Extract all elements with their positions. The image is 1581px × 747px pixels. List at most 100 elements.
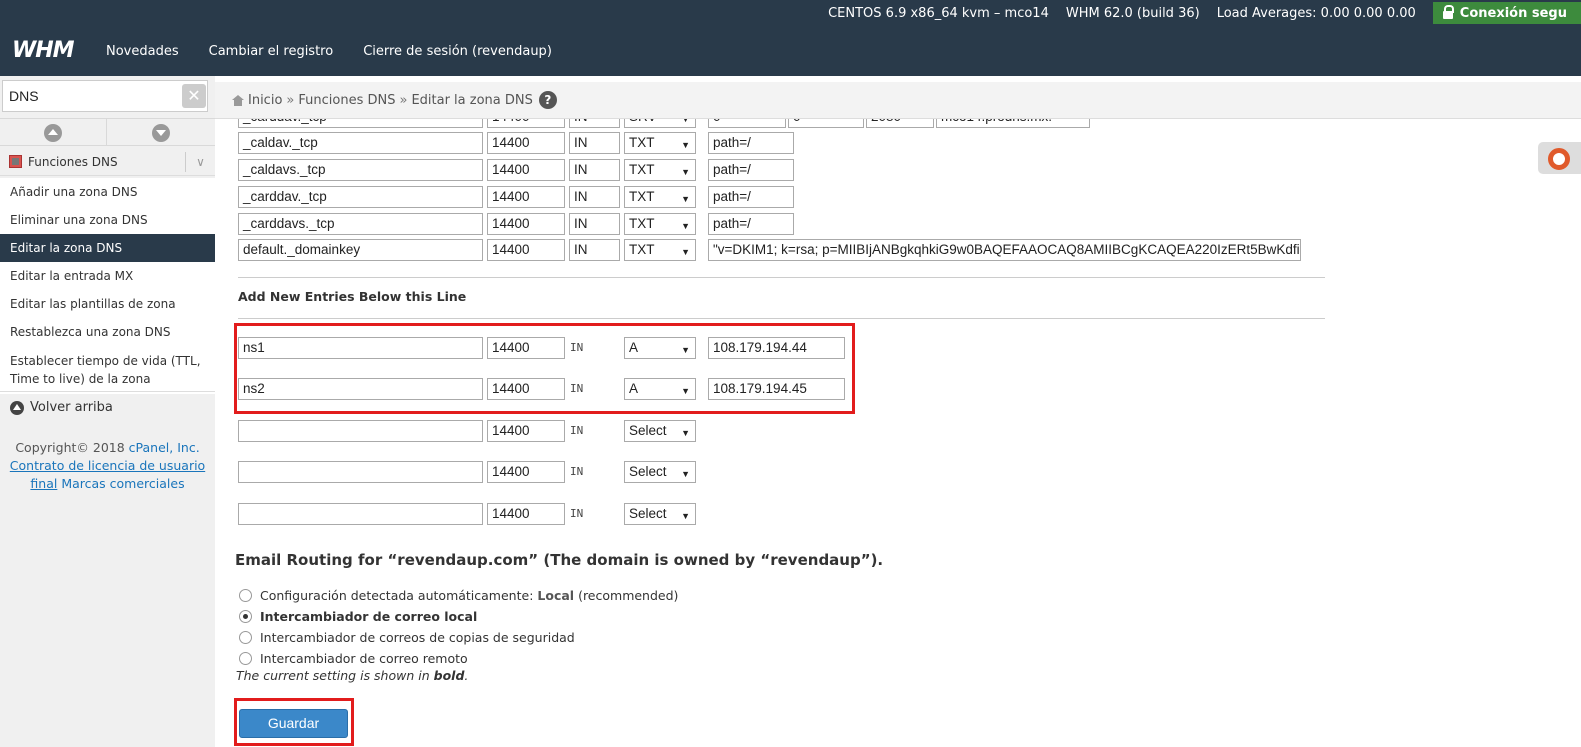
record-type-select[interactable]: TXT [624, 186, 696, 208]
new-record-name-input[interactable] [238, 461, 483, 483]
record-name-input[interactable]: _carddav._tcp [238, 186, 483, 208]
record-class-input[interactable]: IN [569, 159, 620, 181]
back-to-top-button[interactable]: Volver arriba [0, 391, 215, 423]
record-name-input[interactable]: _caldavs._tcp [238, 159, 483, 181]
dns-functions-icon [9, 155, 22, 168]
sort-up-button[interactable] [0, 119, 107, 146]
email-option-backup[interactable]: Intercambiador de correos de copias de s… [239, 630, 575, 645]
record-class-input[interactable]: IN [569, 213, 620, 235]
record-ttl-input[interactable]: 14400 [487, 186, 565, 208]
record-class-input[interactable]: IN [569, 186, 620, 208]
whm-logo[interactable]: WHM [12, 38, 75, 63]
sidebar-item-add-zone[interactable]: Añadir una zona DNS [0, 178, 215, 206]
record-class-label: IN [570, 424, 584, 437]
record-value-input[interactable]: path=/ [708, 186, 794, 208]
whm-version: WHM 62.0 (build 36) [1065, 5, 1200, 21]
record-name-input[interactable]: _caldav._tcp [238, 132, 483, 154]
record-type-select[interactable]: TXT [624, 213, 696, 235]
chevron-down-icon[interactable]: ∨ [185, 152, 215, 172]
record-value-input[interactable]: path=/ [708, 132, 794, 154]
radio-local[interactable] [239, 610, 252, 623]
email-routing-heading: Email Routing for “revendaup.com” (The d… [235, 551, 884, 569]
help-icon[interactable]: ? [538, 91, 557, 109]
new-record-ttl-input[interactable]: 14400 [487, 503, 565, 525]
radio-auto[interactable] [239, 589, 252, 602]
record-ttl-input[interactable]: 14400 [487, 119, 565, 128]
record-ttl-input[interactable]: 14400 [487, 159, 565, 181]
sidebar-search-input[interactable] [9, 86, 179, 106]
record-type-select[interactable]: TXT [624, 239, 696, 261]
record-target-input[interactable]: mco14.prodns.mx. [936, 119, 1090, 128]
record-ttl-input[interactable]: 14400 [487, 132, 565, 154]
back-to-top-label: Volver arriba [30, 400, 113, 415]
new-record-ttl-input[interactable]: 14400 [487, 461, 565, 483]
sidebar-item-delete-zone[interactable]: Eliminar una zona DNS [0, 206, 215, 234]
nav-cambiar-registro[interactable]: Cambiar el registro [209, 44, 334, 59]
server-info: CENTOS 6.9 x86_64 kvm – mco14 [828, 5, 1049, 21]
cpanel-link[interactable]: cPanel, Inc. [129, 440, 200, 455]
category-header[interactable]: Funciones DNS ∨ [0, 148, 215, 176]
record-value-input[interactable]: path=/ [708, 159, 794, 181]
record-value-input[interactable]: path=/ [708, 213, 794, 235]
search-box: ✕ [2, 80, 208, 112]
nav-novedades[interactable]: Novedades [106, 44, 179, 59]
system-info: CENTOS 6.9 x86_64 kvm – mco14 WHM 62.0 (… [828, 0, 1581, 26]
email-option-remote[interactable]: Intercambiador de correo remoto [239, 651, 468, 666]
sidebar-item-reset-zone[interactable]: Restablezca una zona DNS [0, 318, 215, 346]
backup-label: Intercambiador de correos de copias de s… [260, 630, 575, 645]
record-type-select[interactable]: TXT [624, 159, 696, 181]
record-ttl-input[interactable]: 14400 [487, 239, 565, 261]
new-record-ttl-input[interactable]: 14400 [487, 420, 565, 442]
save-button[interactable]: Guardar [239, 709, 348, 738]
note-bold: bold [433, 668, 465, 683]
record-type-select[interactable]: TXT [624, 132, 696, 154]
sidebar-item-zone-templates[interactable]: Editar las plantillas de zona [0, 290, 215, 318]
new-record-type-select[interactable]: Select [624, 461, 696, 483]
record-name-input[interactable]: default._domainkey [238, 239, 483, 261]
breadcrumb-home[interactable]: Inicio [248, 93, 282, 108]
sort-down-button[interactable] [107, 119, 214, 146]
breadcrumb-separator: » [286, 92, 295, 108]
sidebar-items: Añadir una zona DNS Eliminar una zona DN… [0, 178, 215, 394]
record-type-select[interactable]: SRV [624, 119, 696, 128]
new-record-type-select[interactable]: Select [624, 420, 696, 442]
sidebar-item-edit-zone[interactable]: Editar la zona DNS [0, 234, 215, 262]
highlight-new-records [234, 323, 855, 414]
auto-suffix: (recommended) [578, 588, 679, 603]
copyright-text: Copyright© 2018 [15, 440, 125, 455]
secure-connection-badge[interactable]: Conexión segu [1432, 2, 1581, 24]
new-record-type-select[interactable]: Select [624, 503, 696, 525]
radio-remote[interactable] [239, 652, 252, 665]
record-class-input[interactable]: IN [569, 119, 620, 128]
arrow-up-circle-icon [10, 400, 24, 415]
trademarks-link[interactable]: Marcas comerciales [61, 476, 184, 491]
note-suffix: . [464, 668, 469, 683]
clear-search-icon[interactable]: ✕ [182, 84, 206, 108]
breadcrumb-dns-functions[interactable]: Funciones DNS [298, 93, 395, 108]
record-ttl-input[interactable]: 14400 [487, 213, 565, 235]
support-tab[interactable] [1538, 142, 1581, 174]
new-record-name-input[interactable] [238, 503, 483, 525]
home-icon[interactable] [232, 94, 244, 106]
record-priority-input[interactable]: 0 [708, 119, 786, 128]
record-class-input[interactable]: IN [569, 132, 620, 154]
arrow-down-icon [151, 123, 170, 142]
sidebar-sort-row [0, 118, 215, 146]
dkim-value-input[interactable]: "v=DKIM1; k=rsa; p=MIIBIjANBgkqhkiG9w0BA… [708, 239, 1301, 261]
record-weight-input[interactable]: 0 [788, 119, 864, 128]
record-class-input[interactable]: IN [569, 239, 620, 261]
sidebar-item-edit-mx[interactable]: Editar la entrada MX [0, 262, 215, 290]
sidebar-item-zone-ttl[interactable]: Establecer tiempo de vida (TTL, Time to … [0, 346, 215, 394]
email-option-local[interactable]: Intercambiador de correo local [239, 609, 477, 624]
record-name-input[interactable]: _carddav._tcp [238, 119, 483, 128]
record-port-input[interactable]: 2080 [866, 119, 934, 128]
record-class-label: IN [570, 465, 584, 478]
new-record-name-input[interactable] [238, 420, 483, 442]
auto-value: Local [537, 588, 575, 603]
record-name-input[interactable]: _carddavs._tcp [238, 213, 483, 235]
email-option-auto[interactable]: Configuración detectada automáticamente:… [239, 588, 678, 603]
radio-backup[interactable] [239, 631, 252, 644]
nav-logout[interactable]: Cierre de sesión (revendaup) [363, 44, 552, 59]
breadcrumb-separator: » [399, 92, 408, 108]
divider [238, 318, 1325, 319]
